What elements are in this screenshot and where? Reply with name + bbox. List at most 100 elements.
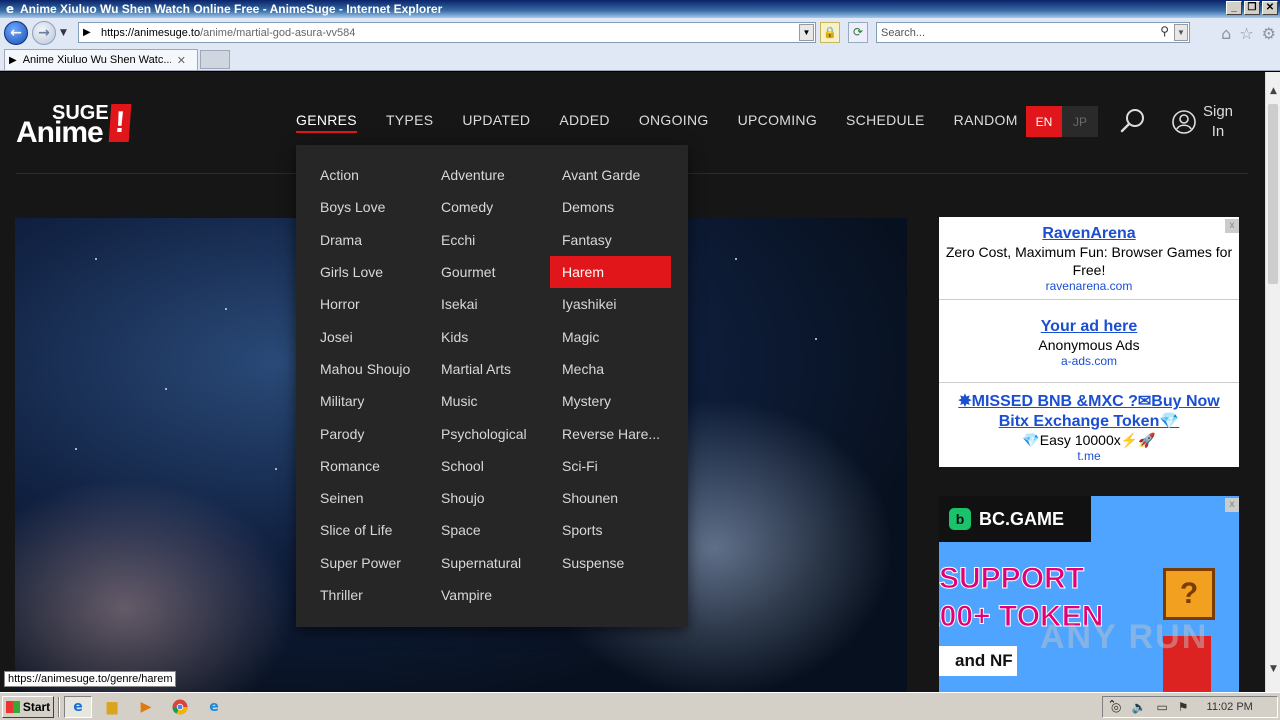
ie-taskbar-icon[interactable]: e	[64, 695, 92, 718]
close-window-button[interactable]: ✕	[1262, 1, 1278, 15]
browser-search-input[interactable]: Search... ⚲ ▼	[876, 22, 1190, 43]
address-dropdown-icon[interactable]: ▼	[799, 24, 814, 41]
genre-item[interactable]: Adventure	[429, 159, 550, 191]
home-icon[interactable]: ⌂	[1221, 24, 1231, 43]
scroll-down-icon[interactable]: ▼	[1267, 664, 1280, 679]
genre-item[interactable]: Demons	[550, 191, 671, 223]
genre-item[interactable]: Harem	[550, 255, 671, 289]
genre-item[interactable]: Ecchi	[429, 224, 550, 256]
genre-item[interactable]: Mystery	[550, 385, 671, 417]
ad-url[interactable]: a-ads.com	[939, 354, 1239, 368]
lock-icon[interactable]: 🔒	[820, 22, 840, 43]
bcgame-banner-ad[interactable]: b BC.GAME SUPPORT 100+ TOKEN and NF ? x	[939, 496, 1239, 692]
flag-icon[interactable]: ⚑	[1178, 700, 1189, 714]
ad-title[interactable]: RavenArena	[939, 225, 1239, 243]
chrome-icon[interactable]	[166, 696, 194, 718]
nav-schedule[interactable]: SCHEDULE	[846, 112, 925, 133]
ad-title[interactable]: Your ad here	[939, 318, 1239, 336]
sign-in-link[interactable]: Sign In	[1202, 102, 1234, 142]
clock[interactable]: 11:02 PM	[1207, 701, 1253, 713]
genre-item[interactable]: Magic	[550, 320, 671, 352]
genre-item[interactable]: Super Power	[308, 547, 429, 579]
edge-icon[interactable]: e	[200, 696, 228, 718]
genre-item[interactable]: Parody	[308, 417, 429, 449]
genre-item[interactable]: Supernatural	[429, 547, 550, 579]
explorer-folder-icon[interactable]: ▆	[98, 696, 126, 718]
genre-item[interactable]: Shoujo	[429, 482, 550, 514]
tab-close-icon[interactable]: ✕	[177, 54, 186, 67]
address-bar[interactable]: ▶ https://animesuge.to /anime/martial-go…	[78, 22, 816, 43]
scroll-up-icon[interactable]: ▲	[1267, 86, 1280, 101]
genre-item[interactable]: Fantasy	[550, 224, 671, 256]
genre-item[interactable]: Mahou Shoujo	[308, 353, 429, 385]
ad-close-icon[interactable]: x	[1225, 219, 1239, 233]
genre-item[interactable]: Slice of Life	[308, 514, 429, 546]
volume-icon[interactable]: 🔈	[1131, 700, 1146, 714]
restore-button[interactable]: ❐	[1244, 1, 1260, 15]
user-icon[interactable]	[1172, 110, 1196, 134]
nav-types[interactable]: TYPES	[386, 112, 433, 133]
refresh-icon[interactable]: ⟳	[848, 22, 868, 43]
lang-en-button[interactable]: EN	[1026, 106, 1062, 137]
genre-item[interactable]: Action	[308, 159, 429, 191]
start-button[interactable]: Start	[2, 695, 54, 718]
back-button[interactable]: ←	[4, 21, 28, 45]
genre-item[interactable]: Psychological	[429, 417, 550, 449]
genre-item[interactable]: Kids	[429, 320, 550, 352]
ad-url[interactable]: ravenarena.com	[939, 279, 1239, 293]
genre-item[interactable]: Sports	[550, 514, 671, 546]
genre-item[interactable]: Isekai	[429, 288, 550, 320]
genre-item[interactable]: Boys Love	[308, 191, 429, 223]
monitor-icon[interactable]: ▭	[1156, 700, 1167, 714]
genre-item[interactable]: Music	[429, 385, 550, 417]
genre-item[interactable]: Drama	[308, 224, 429, 256]
genre-item[interactable]: Reverse Hare...	[550, 417, 671, 449]
minimize-button[interactable]: _	[1226, 1, 1242, 15]
genre-item[interactable]: School	[429, 450, 550, 482]
ad-close-icon[interactable]: x	[1225, 498, 1239, 512]
genre-item[interactable]: Horror	[308, 288, 429, 320]
genre-item[interactable]: Thriller	[308, 579, 429, 611]
nav-added[interactable]: ADDED	[559, 112, 610, 133]
genre-item[interactable]: Space	[429, 514, 550, 546]
genre-item[interactable]: Mecha	[550, 353, 671, 385]
magnifier-icon[interactable]: ⚲	[1160, 24, 1169, 38]
genre-item[interactable]: Shounen	[550, 482, 671, 514]
search-dropdown-icon[interactable]: ▼	[1174, 24, 1188, 41]
forward-button[interactable]: →	[32, 21, 56, 45]
nav-upcoming[interactable]: UPCOMING	[738, 112, 817, 133]
settings-gear-icon[interactable]: ⚙	[1262, 24, 1276, 43]
genre-item[interactable]: Military	[308, 385, 429, 417]
genre-item[interactable]: Comedy	[429, 191, 550, 223]
tray-expand-icon[interactable]: ⌃	[1104, 698, 1120, 714]
favorites-star-icon[interactable]: ☆	[1239, 24, 1253, 43]
site-logo[interactable]: SUGE Anime !	[16, 102, 136, 149]
ad-ravenarena[interactable]: RavenArena Zero Cost, Maximum Fun: Brows…	[939, 217, 1239, 300]
ad-your-ad-here[interactable]: Your ad here Anonymous Ads a-ads.com	[939, 300, 1239, 383]
nav-ongoing[interactable]: ONGOING	[639, 112, 709, 133]
search-icon[interactable]	[1120, 108, 1146, 134]
nav-random[interactable]: RANDOM	[954, 112, 1018, 133]
genre-item[interactable]: Josei	[308, 320, 429, 352]
nav-genres[interactable]: GENRES	[296, 112, 357, 133]
ad-title[interactable]: ✸MISSED BNB &MXC ?✉Buy Now Bitx Exchange…	[939, 391, 1239, 431]
genre-item[interactable]: Martial Arts	[429, 353, 550, 385]
genre-item[interactable]: Girls Love	[308, 256, 429, 288]
genre-item[interactable]: Avant Garde	[550, 159, 671, 191]
genre-item[interactable]: Sci-Fi	[550, 450, 671, 482]
genre-item[interactable]: Vampire	[429, 579, 550, 611]
genre-item[interactable]: Gourmet	[429, 256, 550, 288]
ad-bitx[interactable]: ✸MISSED BNB &MXC ?✉Buy Now Bitx Exchange…	[939, 383, 1239, 467]
media-player-icon[interactable]: ▶	[132, 696, 160, 718]
ad-url[interactable]: t.me	[939, 449, 1239, 463]
browser-tab[interactable]: ▶ Anime Xiuluo Wu Shen Watc... ✕	[4, 49, 198, 70]
nav-updated[interactable]: UPDATED	[462, 112, 530, 133]
history-dropdown-icon[interactable]: ▼	[60, 28, 67, 38]
scroll-thumb[interactable]	[1268, 104, 1278, 284]
genre-item[interactable]: Suspense	[550, 547, 671, 579]
genre-item[interactable]: Romance	[308, 450, 429, 482]
page-scrollbar[interactable]: ▲ ▼	[1265, 72, 1280, 692]
genre-item[interactable]: Iyashikei	[550, 288, 671, 320]
genre-item[interactable]: Seinen	[308, 482, 429, 514]
new-tab-button[interactable]	[200, 50, 230, 69]
